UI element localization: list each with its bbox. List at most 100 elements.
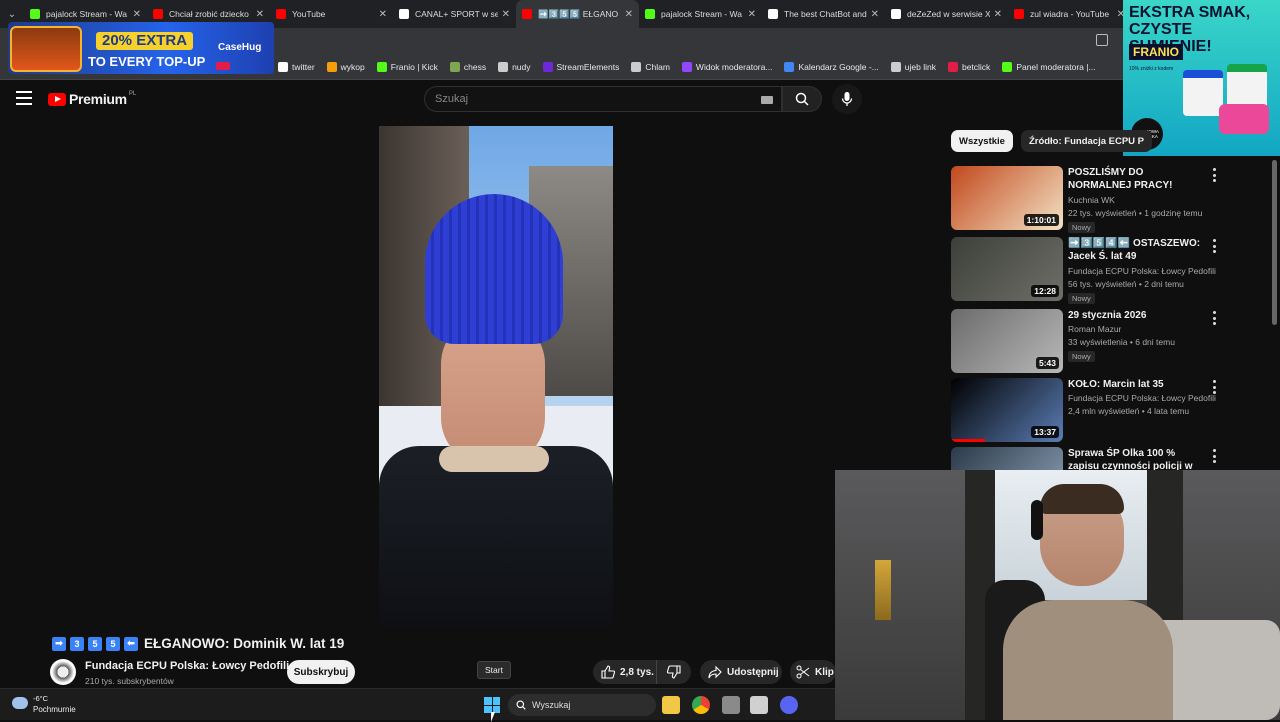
chrome-icon[interactable] (692, 696, 710, 714)
bookmark-label: Kalendarz Google -... (798, 61, 879, 72)
more-options-icon[interactable] (1209, 380, 1219, 394)
voice-search-button[interactable] (832, 84, 862, 114)
video-title[interactable]: ➡️3️⃣5️⃣4️⃣⬅️ OSTASZEWO: Jacek Ś. lat 49 (1068, 237, 1208, 263)
close-tab-icon[interactable]: ✕ (256, 9, 264, 20)
share-button[interactable]: Udostępnij (700, 660, 782, 684)
x-icon (399, 9, 409, 19)
bookmark-item[interactable]: Widok moderatora... (681, 61, 772, 72)
clip-button[interactable]: Klip (790, 660, 836, 684)
keyboard-icon[interactable] (761, 96, 773, 104)
browser-tab[interactable]: deZeZed w serwisie X ✕ (885, 0, 1008, 28)
wykop-icon (326, 61, 337, 72)
video-title[interactable]: 29 stycznia 2026 (1068, 309, 1208, 322)
close-tab-icon[interactable]: ✕ (994, 9, 1002, 20)
channel-name[interactable]: Roman Mazur (1068, 324, 1121, 334)
dislike-button[interactable] (657, 660, 691, 684)
thumbs-up-icon (601, 665, 615, 679)
more-options-icon[interactable] (1209, 239, 1219, 253)
folder-icon (498, 61, 509, 72)
browser-tab[interactable]: YouTube ✕ (270, 0, 393, 28)
video-thumbnail[interactable]: 1:10:01 (951, 166, 1063, 230)
video-meta: 22 tys. wyświetleń • 1 godzinę temu (1068, 208, 1203, 218)
channel-name[interactable]: Fundacja ECPU Polska: Łowcy Pedofili (85, 660, 289, 672)
channel-name[interactable]: Fundacja ECPU Polska: Łowcy Pedofili (1068, 393, 1216, 403)
close-tab-icon[interactable]: ✕ (502, 9, 510, 20)
recommended-video[interactable]: 12:28 ➡️3️⃣5️⃣4️⃣⬅️ OSTASZEWO: Jacek Ś. l… (951, 237, 1271, 304)
browser-tab[interactable]: CANAL+ SPORT w se ✕ (393, 0, 516, 28)
clip-label: Klip (815, 666, 834, 678)
bookmark-item[interactable]: Chlam (631, 61, 670, 72)
bookmark-item[interactable]: Kalendarz Google -... (784, 61, 879, 72)
logo-text: Premium (69, 91, 127, 107)
browser-tab[interactable]: zul wiadra - YouTube ✕ (1008, 0, 1131, 28)
kick-icon (376, 61, 387, 72)
app-icon[interactable] (750, 696, 768, 714)
recommended-video[interactable]: 1:10:01 POSZLIŚMY DO NORMALNEJ PRACY! Kuch… (951, 166, 1271, 233)
share-label: Udostępnij (727, 666, 779, 678)
digit-emoji: 5 (88, 636, 102, 651)
bookmark-item[interactable]: Franio | Kick (376, 61, 438, 72)
bookmark-item[interactable]: twitter (278, 61, 315, 72)
windows-start-icon[interactable] (484, 697, 500, 713)
discord-icon[interactable] (780, 696, 798, 714)
recommended-video[interactable]: 13:37 KOŁO: Marcin lat 35 Fundacja ECPU Po… (951, 378, 1271, 442)
taskbar-search[interactable]: Wyszukaj (508, 694, 656, 716)
logo-country: PL (128, 91, 137, 97)
scissors-icon (796, 665, 810, 679)
file-explorer-icon[interactable] (662, 696, 680, 714)
bookmark-item[interactable]: chess (449, 61, 486, 72)
chip-all[interactable]: Wszystkie (951, 130, 1013, 152)
search-button[interactable] (782, 86, 822, 112)
bookmark-item[interactable]: betclick (947, 61, 990, 72)
close-tab-icon[interactable]: ✕ (871, 9, 879, 20)
more-options-icon[interactable] (1209, 168, 1219, 182)
close-tab-icon[interactable]: ✕ (379, 9, 387, 20)
more-options-icon[interactable] (1209, 311, 1219, 325)
browser-tab[interactable]: The best ChatBot and ✕ (762, 0, 885, 28)
close-tab-icon[interactable]: ✕ (133, 9, 141, 20)
video-thumbnail[interactable]: 12:28 (951, 237, 1063, 301)
ad-line-2: TO EVERY TOP-UP (88, 54, 206, 69)
globe-icon (890, 61, 901, 72)
bookmark-label: Franio | Kick (390, 61, 438, 72)
browser-tab[interactable]: pajalock Stream - Wa ✕ (639, 0, 762, 28)
subscribe-button[interactable]: Subskrybuj (287, 660, 355, 684)
search-input[interactable] (435, 93, 755, 105)
video-title[interactable]: POSZLIŚMY DO NORMALNEJ PRACY! (1068, 166, 1208, 192)
video-title[interactable]: KOŁO: Marcin lat 35 (1068, 378, 1208, 391)
new-badge: Nowy (1068, 222, 1095, 233)
channel-name[interactable]: Kuchnia WK (1068, 195, 1115, 205)
casehug-ad-banner[interactable]: 20% EXTRA TO EVERY TOP-UP CaseHug (8, 22, 274, 74)
channel-name[interactable]: Fundacja ECPU Polska: Łowcy Pedofili (1068, 266, 1216, 276)
close-tab-icon[interactable]: ✕ (625, 9, 633, 20)
video-title[interactable]: Sprawa ŚP Olka 100 % zapisu czynności po… (1068, 447, 1208, 470)
close-tab-icon[interactable]: ✕ (748, 9, 756, 20)
bookmark-item[interactable]: nudy (498, 61, 531, 72)
video-thumbnail[interactable]: 13:37 (951, 378, 1063, 442)
recommended-video[interactable]: Sprawa ŚP Olka 100 % zapisu czynności po… (951, 447, 1271, 470)
weather-description[interactable]: Pochmurnie (33, 705, 76, 714)
bookmark-item[interactable]: Panel moderatora |... (1002, 61, 1096, 72)
cast-icon[interactable] (1096, 34, 1108, 46)
cloud-icon[interactable] (12, 697, 28, 709)
bookmark-item[interactable]: StreamElements (542, 61, 619, 72)
channel-avatar[interactable] (50, 659, 76, 685)
streamelements-icon (542, 61, 553, 72)
bookmark-item[interactable]: ujeb link (890, 61, 936, 72)
weather-temperature[interactable]: -6°C (33, 694, 48, 703)
hamburger-menu-icon[interactable] (16, 91, 32, 105)
video-thumbnail[interactable] (951, 447, 1063, 470)
video-player[interactable] (379, 126, 613, 627)
video-thumbnail[interactable]: 5:43 (951, 309, 1063, 373)
bookmark-label: nudy (512, 61, 531, 72)
chess-icon (449, 61, 460, 72)
scrollbar[interactable] (1272, 160, 1277, 325)
chip-source[interactable]: Źródło: Fundacja ECPU P (1020, 130, 1152, 152)
like-button[interactable]: 2,8 tys. (593, 660, 657, 684)
browser-tab[interactable]: ➡️3️⃣5️⃣5️⃣ EŁGANO ✕ (516, 0, 639, 28)
more-options-icon[interactable] (1209, 449, 1219, 463)
recommended-video[interactable]: 5:43 29 stycznia 2026 Roman Mazur 33 wyświe… (951, 309, 1271, 373)
bookmark-item[interactable]: wykop (326, 61, 365, 72)
youtube-premium-logo[interactable]: Premium PL (48, 91, 136, 107)
app-icon[interactable] (722, 696, 740, 714)
